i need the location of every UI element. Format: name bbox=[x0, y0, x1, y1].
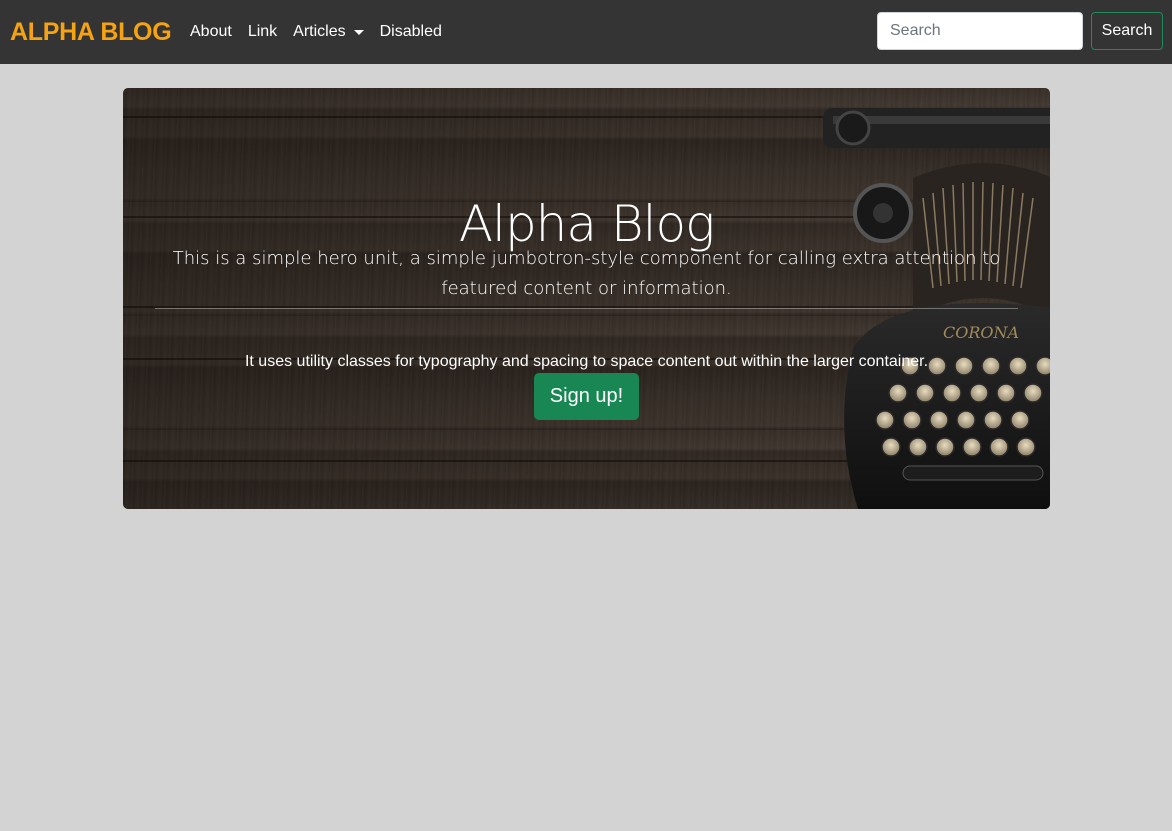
caret-down-icon bbox=[353, 29, 364, 35]
navbar: ALPHA BLOG About Link Articles Disabled … bbox=[0, 0, 1172, 64]
hero-lead-text: This is a simple hero unit, a simple jum… bbox=[172, 248, 1001, 299]
nav-link-link[interactable]: Link bbox=[248, 20, 277, 44]
nav-link-about[interactable]: About bbox=[190, 20, 232, 44]
nav-dropdown-articles[interactable]: Articles bbox=[293, 20, 364, 44]
nav-dropdown-articles-label: Articles bbox=[293, 23, 346, 40]
hero-jumbotron: CORONA Alpha Blog This is a simple hero … bbox=[123, 88, 1050, 509]
search-button[interactable]: Search bbox=[1091, 12, 1163, 50]
hero-divider bbox=[155, 308, 1018, 309]
nav-link-disabled: Disabled bbox=[379, 23, 442, 40]
brand-logo-link[interactable]: ALPHA BLOG bbox=[10, 16, 172, 48]
search-input[interactable] bbox=[877, 12, 1083, 50]
hero-body-text: It uses utility classes for typography a… bbox=[244, 353, 929, 370]
signup-button[interactable]: Sign up! bbox=[534, 373, 639, 420]
nav-links: About Link Articles Disabled bbox=[190, 20, 458, 44]
svg-text:CORONA: CORONA bbox=[943, 323, 1019, 342]
